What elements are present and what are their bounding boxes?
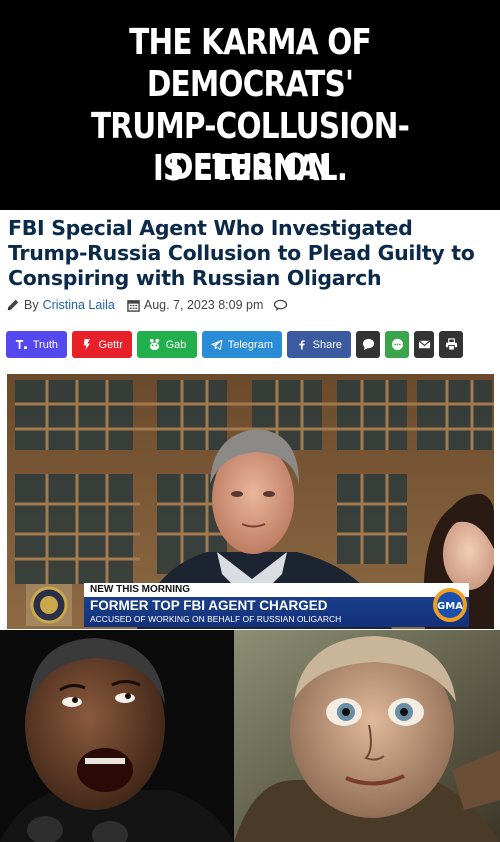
facebook-share-button[interactable]: Share <box>287 331 351 358</box>
gettr-icon <box>83 339 90 350</box>
telegram-icon <box>211 339 223 351</box>
chyron-headline: FORMER TOP FBI AGENT CHARGED <box>90 598 328 613</box>
comments-icon[interactable] <box>273 299 288 312</box>
chat-bubble-icon <box>362 338 374 351</box>
creature-woman-artwork <box>234 630 500 842</box>
email-share-button[interactable] <box>414 331 434 358</box>
gma-logo-text: GMA <box>437 601 463 612</box>
facebook-label: Share <box>312 338 342 351</box>
gab-icon <box>149 338 159 351</box>
gab-label: Gab <box>165 338 187 351</box>
gma-logo: GMA <box>433 588 467 622</box>
meme-caption: THE KARMA OF DEMOCRATS' TRUMP-COLLUSION-… <box>0 0 500 210</box>
chyron-subline: ACCUSED OF WORKING ON BEHALF OF RUSSIAN … <box>90 614 342 624</box>
shouting-man-photo <box>0 630 234 842</box>
messenger-share-button[interactable] <box>356 331 380 358</box>
gettr-share-button[interactable]: Gettr <box>72 331 132 358</box>
byline-prefix: By <box>24 298 39 312</box>
bottom-left-photo <box>0 630 234 842</box>
truth-share-button[interactable]: Truth <box>6 331 67 358</box>
truth-social-icon <box>15 339 27 350</box>
article-headline[interactable]: FBI Special Agent Who Investigated Trump… <box>8 216 494 291</box>
chyron-kicker: NEW THIS MORNING <box>84 583 469 597</box>
bottom-right-photo <box>234 630 500 842</box>
facebook-icon <box>299 340 305 350</box>
fbi-seal-icon <box>26 584 72 626</box>
chyron-banner: FORMER TOP FBI AGENT CHARGED ACCUSED OF … <box>84 597 469 627</box>
print-button[interactable] <box>439 331 463 358</box>
article-meta: By Cristina Laila Aug. 7, 2023 8:09 pm <box>6 298 288 312</box>
sms-share-button[interactable] <box>385 331 409 358</box>
post-date: Aug. 7, 2023 8:09 pm <box>143 298 264 312</box>
author-link[interactable]: Cristina Laila <box>43 298 115 312</box>
telegram-label: Telegram <box>227 338 273 351</box>
gettr-label: Gettr <box>98 338 123 351</box>
sms-icon <box>391 338 403 351</box>
email-icon <box>418 340 430 349</box>
caption-line-4: IS ETERNAL. <box>152 148 348 189</box>
truth-label: Truth <box>32 338 58 351</box>
telegram-share-button[interactable]: Telegram <box>202 331 282 358</box>
pencil-icon <box>7 299 19 311</box>
caption-line-2: DEMOCRATS' <box>146 64 354 105</box>
printer-icon <box>445 338 457 351</box>
share-buttons: Truth Gettr Gab Telegram Share <box>6 331 463 358</box>
calendar-icon <box>127 299 140 312</box>
caption-line-1: THE KARMA OF <box>129 22 371 63</box>
gab-share-button[interactable]: Gab <box>137 331 197 358</box>
news-chyron: NEW THIS MORNING FORMER TOP FBI AGENT CH… <box>0 583 494 628</box>
